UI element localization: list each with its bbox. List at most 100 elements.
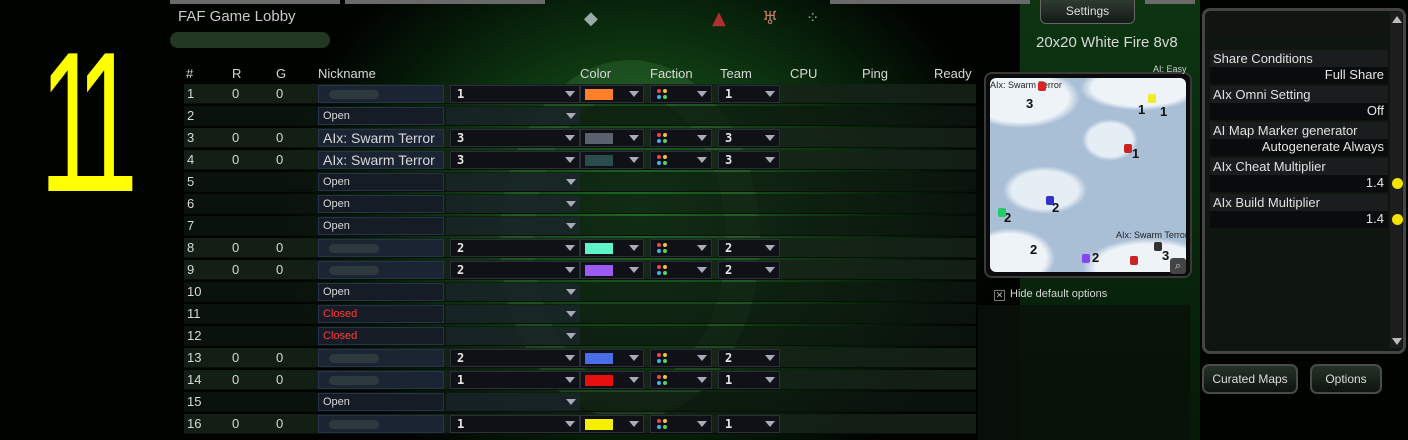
slot-nickname[interactable]: AIx: Swarm Terror [318,129,444,147]
option-label: Share Conditions [1213,51,1313,66]
slot-color-select[interactable] [580,349,644,367]
slot-row[interactable]: 16 0 0 1 1 [184,414,976,434]
uef-faction-icon[interactable]: ◆ [584,8,598,29]
slot-empty-dropdown[interactable] [446,195,580,213]
slot-nickname[interactable]: Open [318,195,444,213]
slot-nickname[interactable]: Open [318,283,444,301]
slot-faction-select[interactable] [650,239,712,257]
slot-nickname[interactable]: Open [318,107,444,125]
slot-team-number: 1 [725,87,733,101]
slot-faction-select[interactable] [650,151,712,169]
slot-color-select[interactable] [580,371,644,389]
seraphim-faction-icon[interactable]: ♅ [762,8,778,29]
slot-team-value: 3 [457,153,465,167]
slot-row[interactable]: 5 Open [184,172,976,192]
slot-row[interactable]: 9 0 0 2 2 [184,260,976,280]
slot-team-number-select[interactable]: 1 [718,415,780,433]
slot-team-number-select[interactable]: 1 [718,85,780,103]
game-option[interactable]: AIx Build Multiplier 1.4 [1210,194,1388,228]
settings-button[interactable]: Settings [1040,0,1135,24]
slot-team-select[interactable]: 2 [450,239,580,257]
slot-row[interactable]: 14 0 0 1 1 [184,370,976,390]
slot-empty-dropdown[interactable] [446,327,580,345]
slot-nickname[interactable]: Open [318,217,444,235]
curated-maps-button[interactable]: Curated Maps [1202,364,1298,394]
slot-nickname[interactable] [318,415,444,433]
slot-nickname[interactable] [318,371,444,389]
slot-row[interactable]: 13 0 0 2 2 [184,348,976,368]
slot-nickname[interactable] [318,261,444,279]
random-faction-icon[interactable]: ⁘ [806,8,819,27]
slot-nickname[interactable] [318,85,444,103]
slot-empty-dropdown[interactable] [446,217,580,235]
slot-color-select[interactable] [580,151,644,169]
slot-team-select[interactable]: 2 [450,261,580,279]
slot-row[interactable]: 12 Closed [184,326,976,346]
slot-team-number-select[interactable]: 2 [718,261,780,279]
slot-empty-dropdown[interactable] [446,393,580,411]
header-cpu: CPU [790,66,818,81]
slot-color-select[interactable] [580,239,644,257]
checkbox-icon[interactable]: ✕ [994,290,1005,301]
slot-row[interactable]: 7 Open [184,216,976,236]
slot-color-select[interactable] [580,415,644,433]
slot-team-select[interactable]: 1 [450,371,580,389]
slot-nickname[interactable] [318,239,444,257]
slot-nickname[interactable] [318,349,444,367]
slot-team-select[interactable]: 3 [450,151,580,169]
slot-team-number-select[interactable]: 2 [718,349,780,367]
slot-row[interactable]: 6 Open [184,194,976,214]
slot-row[interactable]: 8 0 0 2 2 [184,238,976,258]
slot-team-number-select[interactable]: 1 [718,371,780,389]
slot-team-select[interactable]: 1 [450,85,580,103]
slot-team-number-select[interactable]: 3 [718,129,780,147]
slot-empty-dropdown[interactable] [446,107,580,125]
slot-team-value: 3 [457,131,465,145]
hide-default-options-toggle[interactable]: ✕ Hide default options [994,288,1107,301]
slot-team-number-select[interactable]: 2 [718,239,780,257]
slot-color-select[interactable] [580,129,644,147]
slot-row[interactable]: 10 Open [184,282,976,302]
map-preview[interactable]: AIx: Swarm Terror AIx: Swarm Terror 3 1 … [990,78,1186,272]
slot-team-select[interactable]: 1 [450,415,580,433]
slot-team-select[interactable]: 3 [450,129,580,147]
slot-row[interactable]: 3 0 0 AIx: Swarm Terror 3 3 [184,128,976,148]
slot-team-number-select[interactable]: 3 [718,151,780,169]
scroll-down-icon[interactable] [1392,338,1402,345]
slot-nickname[interactable]: Open [318,393,444,411]
slot-rating: 0 [232,130,240,145]
slot-faction-select[interactable] [650,349,712,367]
slot-nickname[interactable]: Open [318,173,444,191]
slot-empty-dropdown[interactable] [446,173,580,191]
slot-team-select[interactable]: 2 [450,349,580,367]
cybran-faction-icon[interactable]: ▲ [712,8,726,29]
slot-faction-select[interactable] [650,261,712,279]
slot-rating: 0 [232,240,240,255]
slot-nickname[interactable]: Closed [318,305,444,323]
zoom-icon[interactable]: ⌕ [1170,258,1186,274]
slot-row[interactable]: 15 Open [184,392,976,412]
game-option[interactable]: AI Map Marker generator Autogenerate Alwa… [1210,122,1388,156]
slot-nickname[interactable]: Closed [318,327,444,345]
slot-row[interactable]: 1 0 0 1 1 [184,84,976,104]
game-option[interactable]: Share Conditions Full Share [1210,50,1388,84]
hide-default-options-label: Hide default options [1010,288,1108,300]
slot-nickname[interactable]: AIx: Swarm Terror [318,151,444,169]
slot-row[interactable]: 4 0 0 AIx: Swarm Terror 3 3 [184,150,976,170]
slot-color-select[interactable] [580,85,644,103]
slot-row[interactable]: 2 Open [184,106,976,126]
game-option[interactable]: AIx Cheat Multiplier 1.4 [1210,158,1388,192]
slot-faction-select[interactable] [650,371,712,389]
header-nickname: Nickname [318,66,376,81]
chevron-down-icon [566,223,576,229]
game-option[interactable]: AIx Omni Setting Off [1210,86,1388,120]
scroll-up-icon[interactable] [1392,16,1402,23]
slot-empty-dropdown[interactable] [446,283,580,301]
slot-faction-select[interactable] [650,415,712,433]
slot-color-select[interactable] [580,261,644,279]
options-button[interactable]: Options [1310,364,1382,394]
slot-empty-dropdown[interactable] [446,305,580,323]
slot-faction-select[interactable] [650,85,712,103]
slot-faction-select[interactable] [650,129,712,147]
slot-row[interactable]: 11 Closed [184,304,976,324]
